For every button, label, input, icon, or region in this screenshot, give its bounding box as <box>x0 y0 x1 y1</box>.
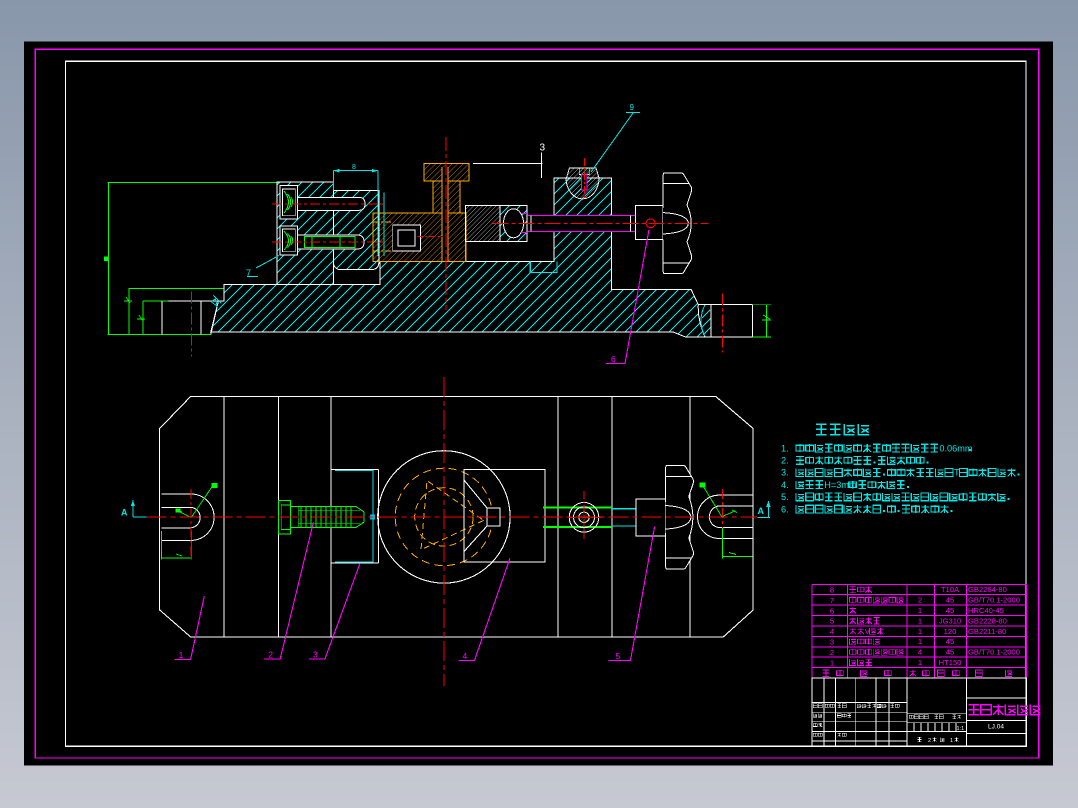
svg-text:5: 5 <box>830 617 834 626</box>
svg-text:1: 1 <box>830 658 834 667</box>
svg-text:GB/T70.1-2000: GB/T70.1-2000 <box>968 648 1020 657</box>
svg-text:HRC40-45: HRC40-45 <box>968 606 1004 615</box>
svg-text:1: 1 <box>950 738 953 744</box>
svg-text:LJ.04: LJ.04 <box>988 724 1004 731</box>
svg-text:8: 8 <box>830 586 834 595</box>
svg-text:4.: 4. <box>781 480 789 490</box>
svg-text:3: 3 <box>313 650 318 660</box>
svg-text:GB/T70.1-2000: GB/T70.1-2000 <box>968 596 1020 605</box>
svg-text:GB2264-80: GB2264-80 <box>968 585 1007 594</box>
svg-text:1: 1 <box>918 606 922 615</box>
svg-text:1.: 1. <box>781 443 789 453</box>
svg-text:1: 1 <box>179 650 184 660</box>
svg-text:6: 6 <box>611 354 616 364</box>
svg-text:GB2228-80: GB2228-80 <box>968 616 1007 625</box>
svg-text:2.: 2. <box>781 456 789 466</box>
svg-text:2: 2 <box>918 596 922 605</box>
svg-text:2: 2 <box>830 648 834 657</box>
svg-text:1: 1 <box>918 627 922 636</box>
svg-text:7: 7 <box>830 596 834 605</box>
svg-text:1: 1 <box>918 616 922 625</box>
svg-text:6.: 6. <box>781 504 789 514</box>
svg-text:JG310: JG310 <box>939 616 961 625</box>
svg-text:A: A <box>121 508 128 518</box>
svg-text:45: 45 <box>946 596 954 605</box>
svg-text:A: A <box>758 506 765 516</box>
svg-text:4: 4 <box>463 651 468 661</box>
svg-text:9: 9 <box>630 103 635 112</box>
svg-text:HT150: HT150 <box>939 658 962 667</box>
svg-text:6: 6 <box>830 606 834 615</box>
svg-text:T10A: T10A <box>941 585 960 594</box>
svg-text:0.06mm: 0.06mm <box>939 443 973 453</box>
svg-text:1: 1 <box>918 658 922 667</box>
svg-text:5.: 5. <box>781 492 789 502</box>
svg-text:8: 8 <box>352 164 356 171</box>
svg-text:3: 3 <box>830 638 834 647</box>
svg-text:5: 5 <box>616 651 621 661</box>
svg-text:45: 45 <box>946 637 954 646</box>
svg-text:1: 1 <box>918 637 922 646</box>
svg-text:4: 4 <box>830 627 834 636</box>
svg-text:4: 4 <box>918 648 922 657</box>
svg-text:45: 45 <box>946 648 954 657</box>
svg-text:3: 3 <box>540 143 546 154</box>
svg-text:2: 2 <box>928 738 931 744</box>
svg-text:GB2211-80: GB2211-80 <box>968 627 1006 636</box>
svg-text:3.: 3. <box>781 468 789 478</box>
svg-text:120: 120 <box>944 627 957 636</box>
svg-text:1:1: 1:1 <box>957 726 965 732</box>
svg-text:45: 45 <box>946 606 954 615</box>
svg-text:2: 2 <box>268 650 273 660</box>
